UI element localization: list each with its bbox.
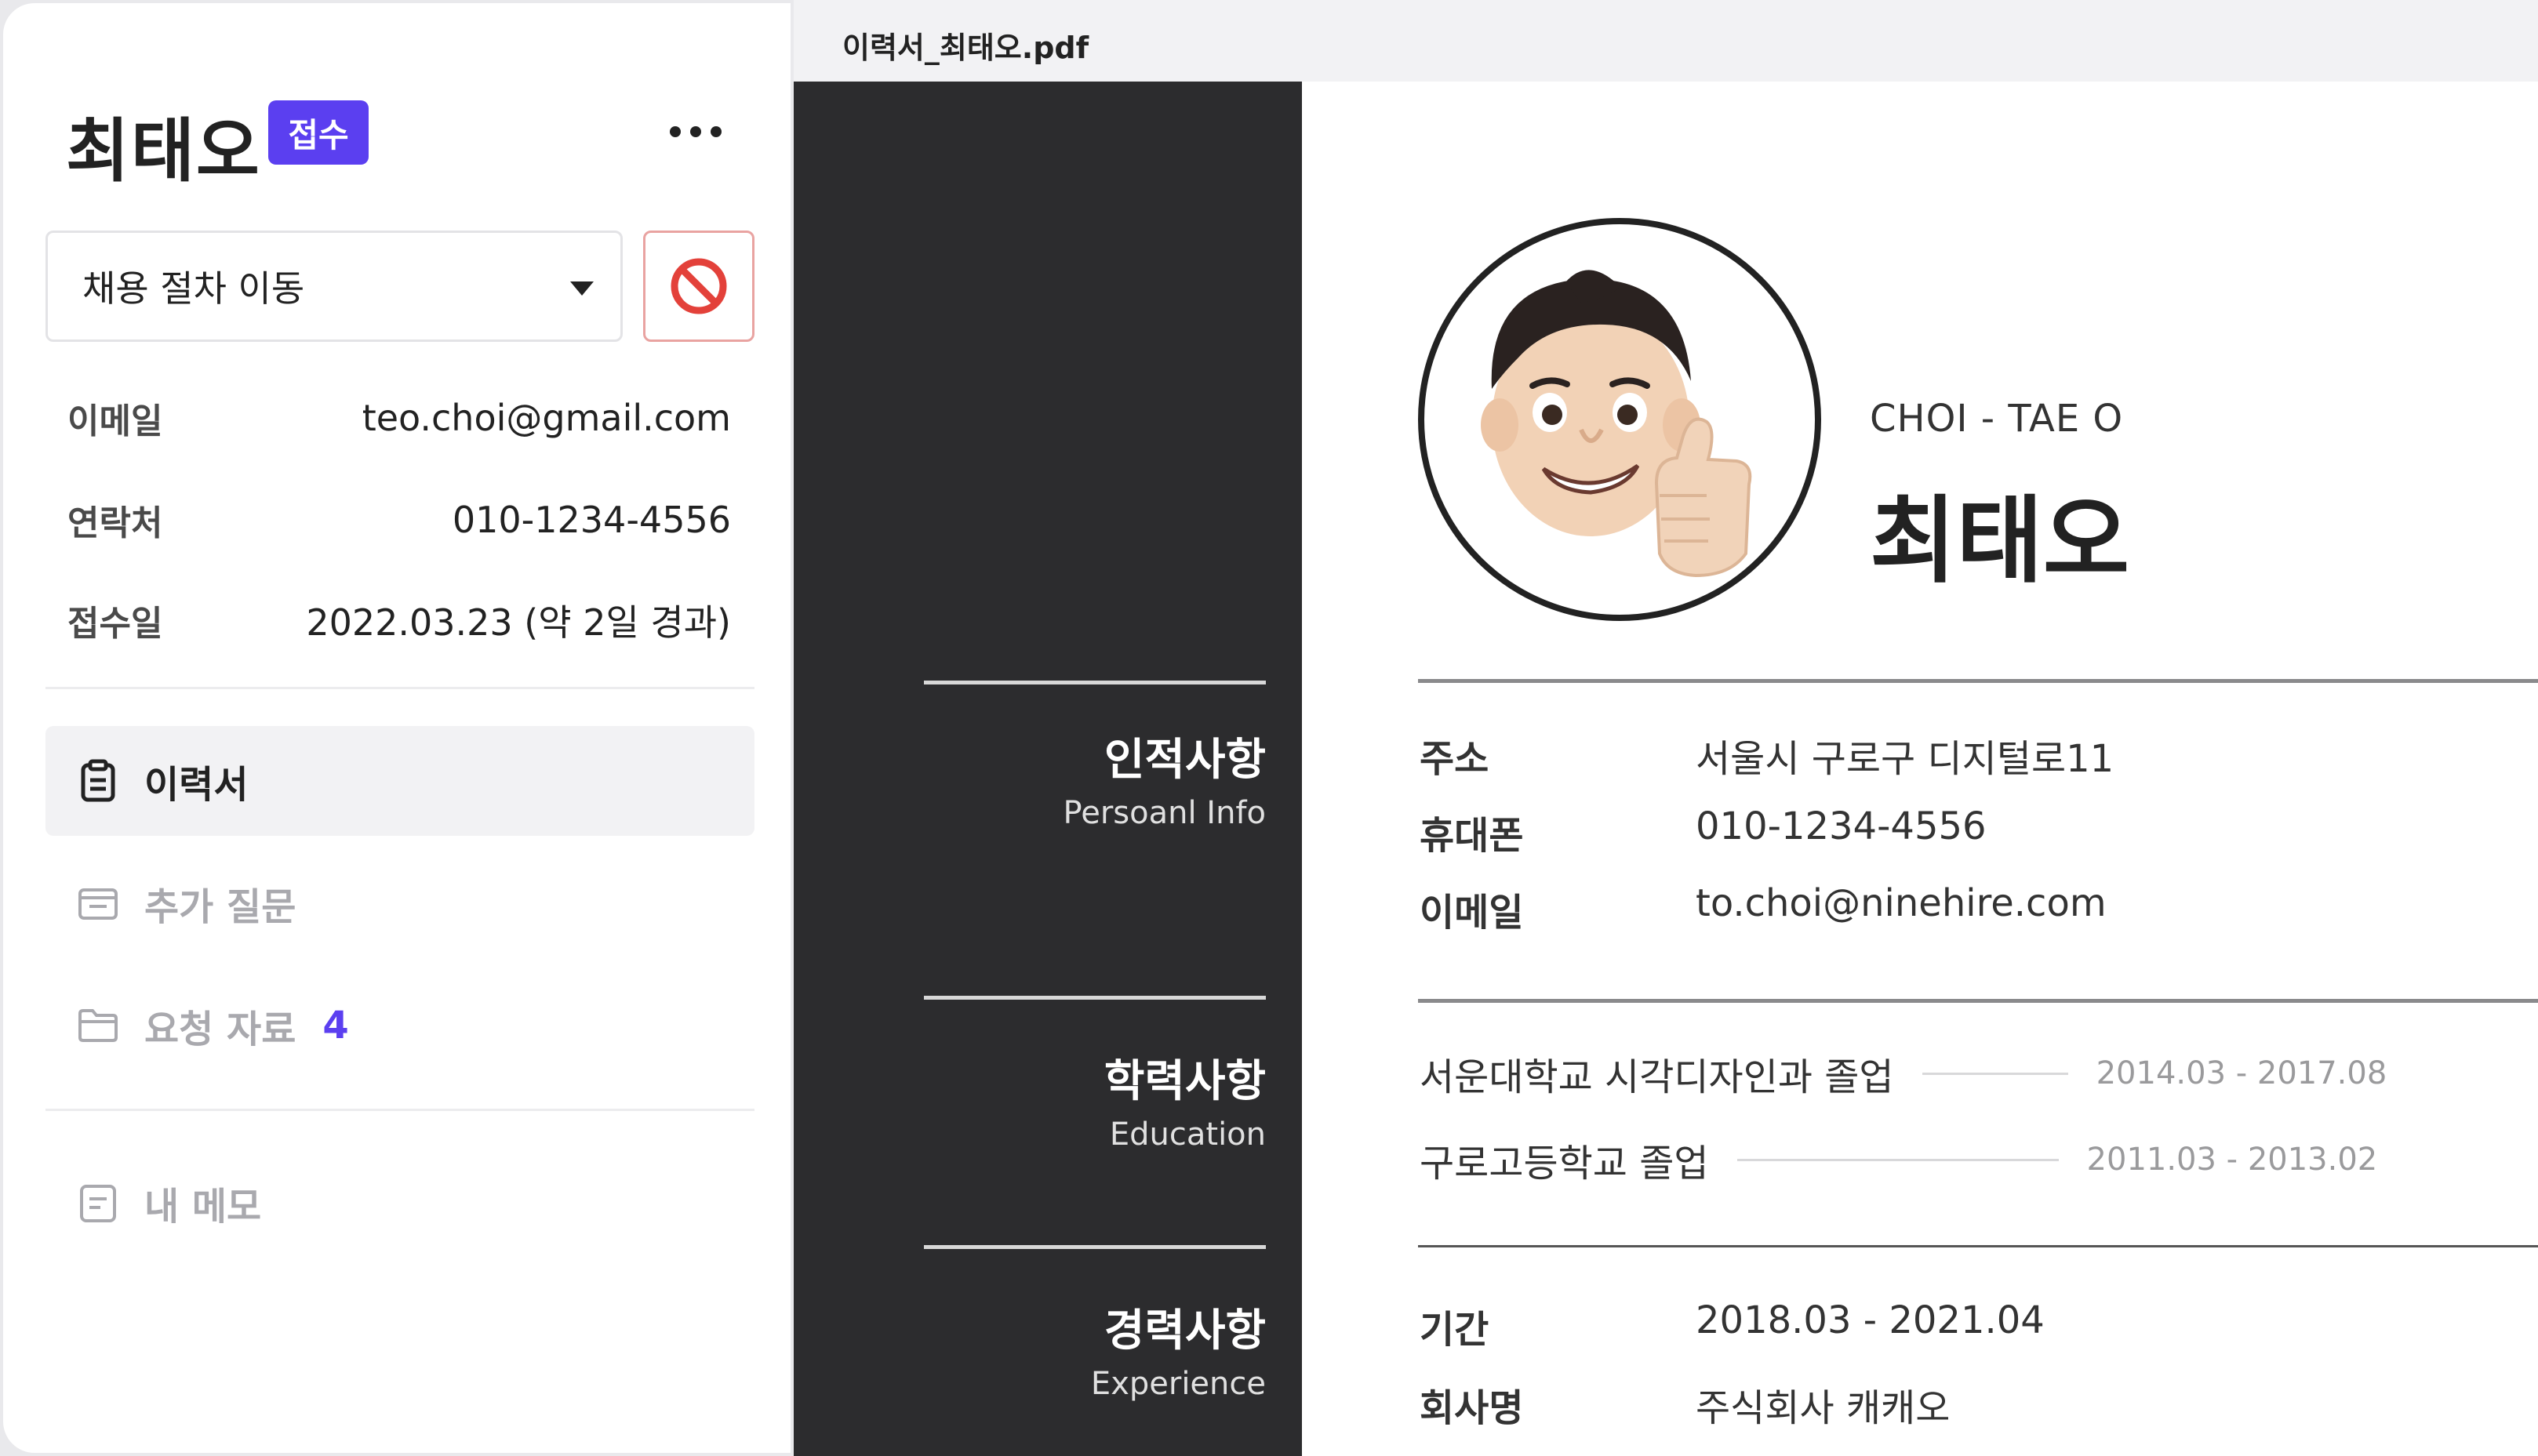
chevron-down-icon	[570, 281, 594, 296]
nav-label: 추가 질문	[144, 885, 296, 929]
section-subtitle-experience: Experience	[1090, 1366, 1266, 1402]
section-title-experience: 경력사항	[1104, 1305, 1266, 1356]
resume-rule	[1418, 1245, 2538, 1247]
nav-label: 내 메모	[144, 1185, 262, 1229]
section-title-education: 학력사항	[1104, 1056, 1266, 1107]
divider	[45, 687, 754, 689]
requested-docs-count: 4	[322, 1004, 349, 1048]
more-icon[interactable]	[670, 124, 722, 140]
reject-button[interactable]	[643, 231, 754, 342]
field-label-email: 이메일	[1420, 891, 1524, 935]
field-value-period: 2018.03 - 2021.04	[1696, 1298, 2045, 1342]
section-title-personal: 인적사항	[1104, 735, 1266, 786]
nav-label: 이력서	[144, 763, 249, 807]
pdf-viewer[interactable]: 이력서_최태오.pdf 인적사항 Persoanl Info 학력사항 Educ…	[794, 0, 2538, 1456]
applicant-panel: 최태오 접수 채용 절차 이동 이메일 teo.choi@gmail.com 연…	[3, 3, 791, 1453]
field-value-company: 주식회사 캐캐오	[1696, 1386, 1951, 1430]
nav-item-resume[interactable]: 이력서	[45, 726, 754, 836]
status-badge: 접수	[268, 100, 369, 165]
info-label: 이메일	[67, 401, 163, 441]
section-rule	[924, 1245, 1266, 1249]
applicant-name: 최태오	[66, 111, 261, 191]
field-label-address: 주소	[1420, 737, 1489, 781]
education-leader-line	[1736, 1158, 2059, 1161]
resume-name-english: CHOI - TAE O	[1870, 397, 2124, 441]
info-row-phone: 연락처 010-1234-4556	[67, 492, 731, 547]
info-label: 연락처	[67, 503, 163, 543]
education-row: 구로고등학교 졸업 2011.03 - 2013.02	[1420, 1132, 2377, 1187]
resume-rule	[1418, 679, 2538, 683]
field-label-company: 회사명	[1420, 1386, 1524, 1430]
info-label: 접수일	[67, 604, 163, 644]
section-subtitle-personal: Persoanl Info	[1063, 795, 1266, 831]
info-value-received: 2022.03.23 (약 2일 경과)	[306, 601, 731, 644]
stage-dropdown[interactable]: 채용 절차 이동	[45, 231, 623, 342]
profile-photo	[1418, 218, 1821, 621]
education-school: 서운대학교 시각디자인과 졸업	[1420, 1055, 1894, 1099]
info-row-email: 이메일 teo.choi@gmail.com	[67, 390, 731, 445]
divider	[45, 1109, 754, 1111]
nav-item-memo[interactable]: 내 메모	[45, 1148, 754, 1258]
education-period: 2014.03 - 2017.08	[2096, 1055, 2387, 1091]
field-label-period: 기간	[1420, 1308, 1489, 1352]
info-value-phone: 010-1234-4556	[452, 499, 731, 541]
memo-icon	[80, 1185, 116, 1222]
resume-section-column: 인적사항 Persoanl Info 학력사항 Education 경력사항 E…	[794, 82, 1302, 1456]
education-leader-line	[1922, 1072, 2068, 1075]
nav-item-extra-questions[interactable]: 추가 질문	[45, 848, 754, 958]
pdf-filename: 이력서_최태오.pdf	[842, 31, 1089, 65]
folder-icon	[78, 1009, 118, 1042]
section-subtitle-education: Education	[1109, 1117, 1266, 1153]
stage-dropdown-label: 채용 절차 이동	[82, 267, 305, 310]
nav-item-requested-docs[interactable]: 요청 자료 4	[45, 971, 754, 1080]
viewer-toolbar: 이력서_최태오.pdf	[794, 0, 2538, 82]
field-label-phone: 휴대폰	[1420, 814, 1524, 858]
field-value-phone: 010-1234-4556	[1696, 804, 1987, 848]
inbox-icon	[78, 888, 118, 920]
nav-label: 요청 자료	[144, 1008, 296, 1051]
field-value-email: to.choi@ninehire.com	[1696, 881, 2107, 925]
info-row-received: 접수일 2022.03.23 (약 2일 경과)	[67, 593, 731, 648]
resume-rule	[1418, 999, 2538, 1003]
resume-name-korean: 최태오	[1870, 487, 2130, 596]
field-value-address: 서울시 구로구 디지털로11	[1696, 737, 2114, 781]
section-rule	[924, 681, 1266, 684]
clipboard-icon	[81, 759, 115, 802]
block-icon	[671, 258, 727, 314]
education-school: 구로고등학교 졸업	[1420, 1142, 1709, 1185]
info-value-email: teo.choi@gmail.com	[362, 397, 731, 439]
section-rule	[924, 996, 1266, 1000]
education-row: 서운대학교 시각디자인과 졸업 2014.03 - 2017.08	[1420, 1046, 2387, 1101]
education-period: 2011.03 - 2013.02	[2086, 1142, 2378, 1178]
